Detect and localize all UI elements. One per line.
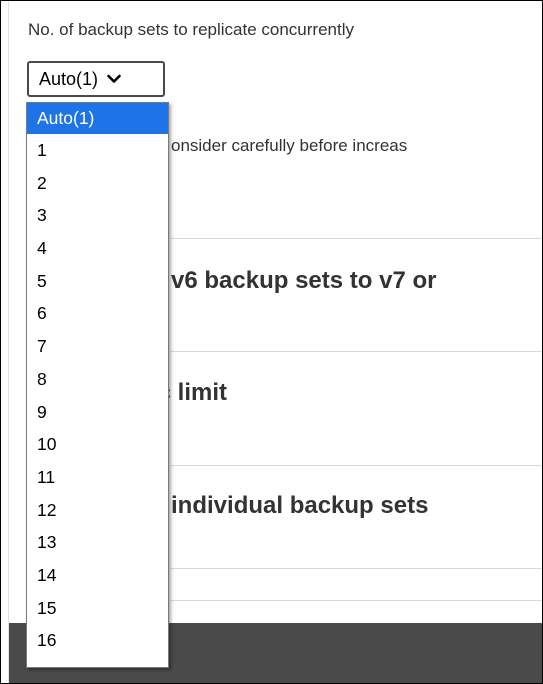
dropdown-option-15[interactable]: 15 [27, 592, 168, 625]
dropdown-option-5[interactable]: 5 [27, 265, 168, 298]
concurrent-backup-sets-select[interactable]: Auto(1) [27, 61, 165, 97]
dropdown-option-2[interactable]: 2 [27, 167, 168, 200]
concurrent-backup-sets-dropdown: Auto(1) 1 2 3 4 5 6 7 8 9 10 11 12 13 14… [26, 102, 169, 668]
section-divider [171, 238, 542, 239]
section-title-v6-upgrade[interactable]: e v6 backup sets to v7 or [151, 267, 436, 295]
dropdown-option-11[interactable]: 11 [27, 461, 168, 494]
dropdown-option-8[interactable]: 8 [27, 363, 168, 396]
dropdown-option-auto[interactable]: Auto(1) [27, 103, 168, 134]
section-divider [171, 465, 542, 466]
concurrent-backup-sets-label: No. of backup sets to replicate concurre… [28, 20, 354, 39]
dropdown-option-16[interactable]: 16 [27, 624, 168, 657]
page-border [8, 1, 9, 683]
dropdown-option-3[interactable]: 3 [27, 199, 168, 232]
dropdown-option-10[interactable]: 10 [27, 428, 168, 461]
dropdown-option-14[interactable]: 14 [27, 559, 168, 592]
dropdown-option-7[interactable]: 7 [27, 330, 168, 363]
dropdown-option-1[interactable]: 1 [27, 134, 168, 167]
dropdown-option-4[interactable]: 4 [27, 232, 168, 265]
dropdown-option-9[interactable]: 9 [27, 396, 168, 429]
section-divider [171, 568, 542, 569]
chevron-down-icon [107, 74, 121, 83]
dropdown-option-6[interactable]: 6 [27, 297, 168, 330]
section-divider [171, 600, 542, 601]
settings-page: No. of backup sets to replicate concurre… [0, 0, 543, 684]
select-value: Auto(1) [39, 68, 99, 89]
dropdown-option-13[interactable]: 13 [27, 526, 168, 559]
warning-note: onsider carefully before increas [171, 136, 408, 155]
section-title-individual-backup-sets[interactable]: e individual backup sets [151, 492, 428, 520]
section-divider [171, 351, 542, 352]
dropdown-option-12[interactable]: 12 [27, 494, 168, 527]
